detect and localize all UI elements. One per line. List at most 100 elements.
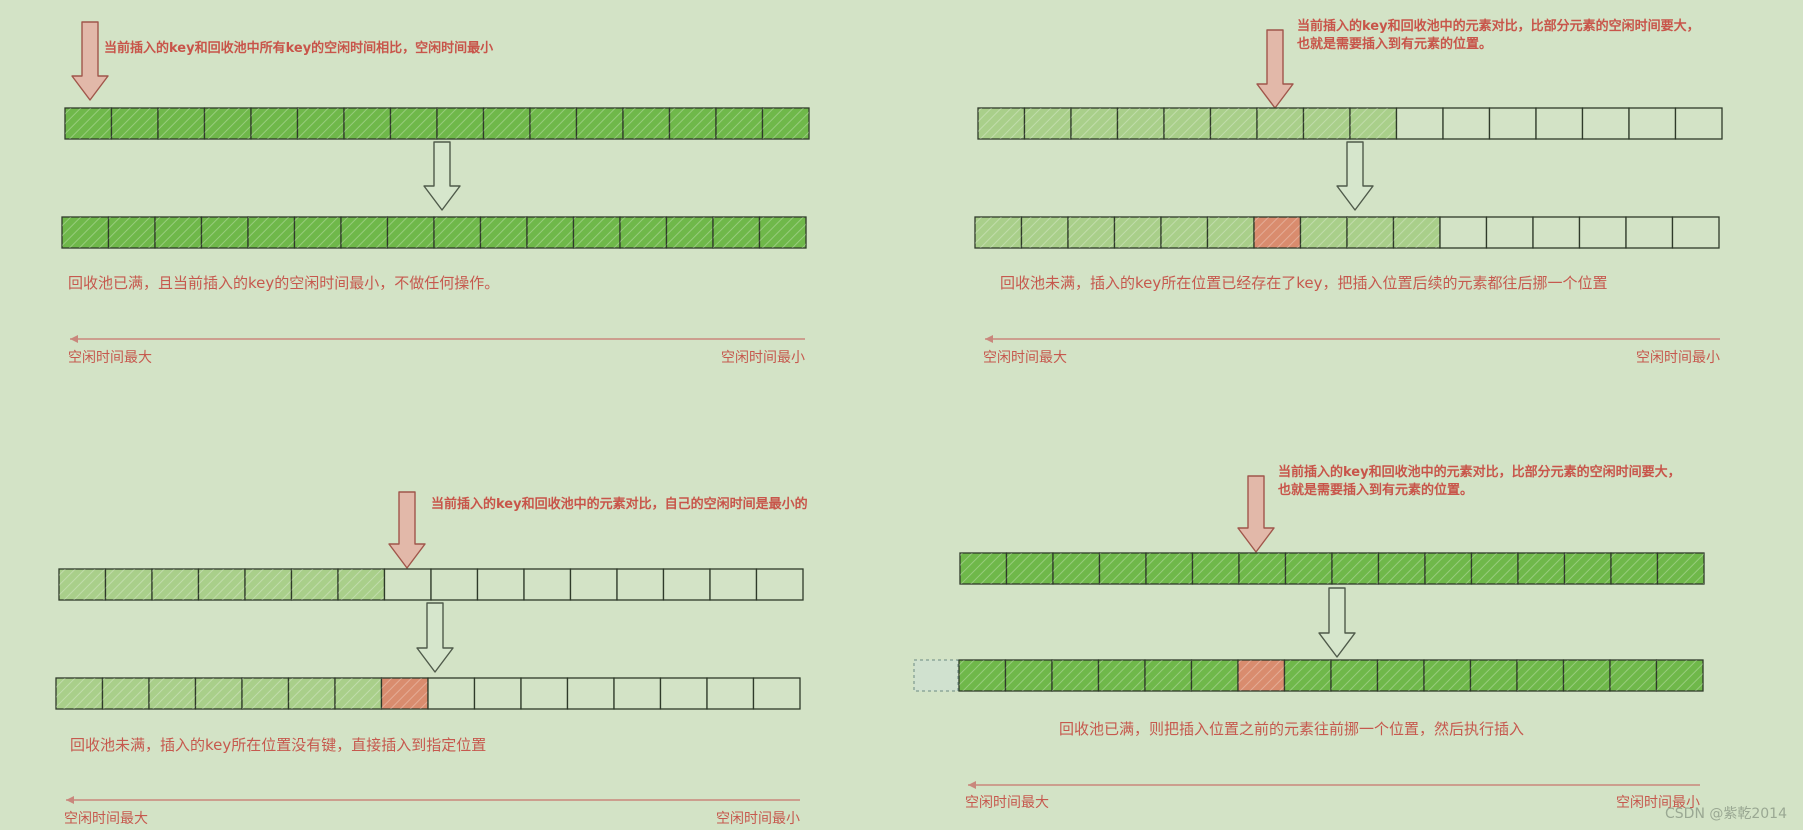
panel-caption: 回收池未满，插入的key所在位置已经存在了key，把插入位置后续的元素都往后挪一… [1000, 274, 1608, 292]
panel-caption: 回收池已满，则把插入位置之前的元素往前挪一个位置，然后执行插入 [1059, 720, 1524, 738]
cell-hatch [530, 108, 577, 139]
cell-hatch [1517, 660, 1564, 691]
pool-cell-empty [1535, 107, 1584, 140]
transition-arrow-icon [416, 602, 454, 673]
pool-cell-empty [613, 677, 662, 710]
cell-hatch [483, 108, 530, 139]
pool-cell-empty [616, 568, 665, 601]
cell-hatch [1238, 660, 1285, 691]
cell-hatch [527, 217, 574, 248]
cell-hatch [573, 217, 620, 248]
cell-hatch [1284, 660, 1331, 691]
cell-hatch [62, 217, 109, 248]
cell-hatch [341, 217, 388, 248]
cell-hatch [623, 108, 670, 139]
cell-hatch [1564, 553, 1611, 584]
cell-hatch [1068, 217, 1115, 248]
cell-hatch [1210, 108, 1257, 139]
cell-hatch [1005, 660, 1052, 691]
cell-hatch [1378, 553, 1425, 584]
pool-cell-empty [755, 568, 804, 601]
pool-cell-empty [1439, 216, 1488, 249]
cell-hatch [975, 217, 1022, 248]
pool-cell-empty [1671, 216, 1720, 249]
transition-arrow-icon [1336, 141, 1374, 211]
cell-hatch [713, 217, 760, 248]
axis-arrowhead-icon [968, 781, 976, 789]
cell-hatch [1285, 553, 1332, 584]
cell-hatch [1098, 660, 1145, 691]
cell-hatch [1191, 660, 1238, 691]
insert-arrow-icon [1237, 475, 1275, 553]
cell-hatch [149, 678, 196, 709]
cell-hatch [1257, 108, 1304, 139]
axis-arrowhead-icon [66, 796, 74, 804]
cell-hatch [620, 217, 667, 248]
watermark: CSDN @紫乾2014 [1665, 806, 1787, 822]
pool-cell-empty [430, 568, 479, 601]
cell-hatch [1024, 108, 1071, 139]
cell-hatch [105, 569, 152, 600]
cell-hatch [1611, 553, 1658, 584]
cell-hatch [437, 108, 484, 139]
cell-hatch [158, 108, 205, 139]
axis-label-max: 空闲时间最大 [64, 811, 148, 827]
cell-hatch [59, 569, 106, 600]
pool-cell-empty [709, 568, 758, 601]
cell-hatch [387, 217, 434, 248]
cell-hatch [108, 217, 155, 248]
cell-hatch [56, 678, 103, 709]
pool-cell-empty [1625, 216, 1674, 249]
cell-hatch [1300, 217, 1347, 248]
shifted-out-cell [913, 659, 959, 692]
axis-label-min: 空闲时间最小 [1636, 350, 1720, 366]
cell-hatch [1071, 108, 1118, 139]
pool-row-after [958, 659, 1704, 692]
cell-hatch [335, 678, 382, 709]
axis-arrowhead-icon [985, 335, 993, 343]
cell-hatch [297, 108, 344, 139]
cell-hatch [1657, 553, 1704, 584]
cell-hatch [344, 108, 391, 139]
pool-cell-empty [1628, 107, 1677, 140]
pool-row-before [977, 107, 1723, 140]
cell-hatch [1332, 553, 1379, 584]
insert-note-text: 也就是需要插入到有元素的位置。 [1278, 482, 1473, 498]
cell-hatch [959, 660, 1006, 691]
cell-hatch [1192, 553, 1239, 584]
cell-hatch [111, 108, 158, 139]
pool-insertion-diagram: 当前插入的key和回收池中所有key的空闲时间相比，空闲时间最小回收池已满，且当… [55, 18, 1787, 827]
cell-hatch [1145, 660, 1192, 691]
cell-hatch [1146, 553, 1193, 584]
insert-arrow-icon [1256, 29, 1294, 109]
cell-hatch [1377, 660, 1424, 691]
cell-hatch [1099, 553, 1146, 584]
pool-cell-empty [752, 677, 801, 710]
cell-hatch [759, 217, 806, 248]
cell-hatch [1117, 108, 1164, 139]
insert-note-text: 当前插入的key和回收池中所有key的空闲时间相比，空闲时间最小 [104, 40, 493, 56]
cell-hatch [1610, 660, 1657, 691]
cell-hatch [1239, 553, 1286, 584]
cell-hatch [291, 569, 338, 600]
cell-hatch [195, 678, 242, 709]
cell-hatch [204, 108, 251, 139]
cell-hatch [1424, 660, 1471, 691]
pool-row-before [64, 107, 810, 140]
cell-hatch [434, 217, 481, 248]
cell-hatch [480, 217, 527, 248]
axis-label-min: 空闲时间最小 [721, 350, 805, 366]
pool-row-after [61, 216, 807, 249]
panel-caption: 回收池已满，且当前插入的key的空闲时间最小，不做任何操作。 [68, 274, 499, 292]
cell-hatch [248, 217, 295, 248]
cell-hatch [1470, 660, 1517, 691]
cell-hatch [1161, 217, 1208, 248]
cell-hatch [1114, 217, 1161, 248]
cell-hatch [102, 678, 149, 709]
pool-cell-empty [566, 677, 615, 710]
cell-hatch [251, 108, 298, 139]
pool-row-after [974, 216, 1720, 249]
cell-hatch [1164, 108, 1211, 139]
cell-hatch [65, 108, 112, 139]
pool-cell-empty [427, 677, 476, 710]
